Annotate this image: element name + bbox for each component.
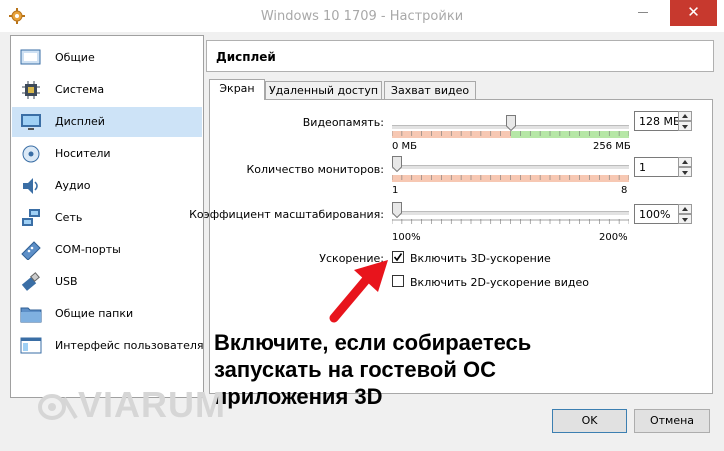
- scale-factor-value: 100%: [639, 208, 671, 221]
- video-memory-scale: [392, 131, 629, 138]
- sidebar-item-label: Аудио: [55, 179, 91, 192]
- general-icon: [20, 49, 41, 65]
- title-bar: Windows 10 1709 - Настройки ✕: [0, 0, 724, 32]
- sidebar-item-serial-ports[interactable]: COM-порты: [12, 235, 202, 265]
- scale-factor-stepper[interactable]: [678, 204, 692, 224]
- watermark-text: VIARUM: [78, 384, 226, 425]
- disk-icon: [22, 145, 40, 163]
- scale-factor-scale: [392, 219, 629, 224]
- network-icon: [22, 209, 40, 226]
- watermark-logo: VIARUM: [38, 384, 226, 426]
- scale-factor-max-label: 200%: [599, 232, 628, 243]
- sidebar-item-label: USB: [55, 275, 78, 288]
- video-memory-max-label: 256 МБ: [593, 141, 631, 152]
- monitor-count-stepper[interactable]: [678, 157, 692, 177]
- watermark-eye-icon: [38, 394, 78, 421]
- annotation-text: Включите, если собираетесь запускать на …: [214, 329, 634, 410]
- sidebar-item-label: Система: [55, 83, 105, 96]
- tab-screen[interactable]: Экран: [209, 79, 265, 100]
- scale-factor-slider-thumb[interactable]: [392, 202, 402, 218]
- sidebar-item-network[interactable]: Сеть: [12, 203, 202, 233]
- monitor-count-slider-thumb[interactable]: [392, 156, 402, 172]
- spin-up-icon[interactable]: [678, 157, 692, 167]
- sidebar-item-label: Сеть: [55, 211, 83, 224]
- video-memory-value: 128 МБ: [639, 115, 681, 128]
- monitor-count-scale: [392, 175, 629, 182]
- user-interface-icon: [20, 337, 42, 354]
- video-memory-label: Видеопамять:: [302, 116, 384, 129]
- serial-port-icon: [21, 241, 41, 260]
- sidebar-item-label: Общие папки: [55, 307, 134, 320]
- sidebar-item-user-interface[interactable]: Интерфейс пользователя: [12, 331, 204, 361]
- settings-sidebar: Общие Система Дисплей Носители Аудио Сет…: [10, 35, 204, 398]
- monitor-count-value: 1: [639, 161, 646, 174]
- video-memory-stepper[interactable]: [678, 111, 692, 131]
- annotation-line: Включите, если собираетесь: [214, 330, 532, 355]
- minimize-button[interactable]: [630, 0, 658, 26]
- sidebar-item-system[interactable]: Система: [12, 75, 202, 105]
- tab-video-capture[interactable]: Захват видео: [384, 81, 476, 100]
- scale-factor-slider-track[interactable]: [392, 211, 629, 215]
- chip-icon: [22, 81, 40, 99]
- section-header: Дисплей: [206, 40, 714, 72]
- annotation-line: приложения 3D: [214, 384, 383, 409]
- monitor-icon: [21, 114, 41, 130]
- checkmark-icon: [393, 253, 403, 262]
- sidebar-item-usb[interactable]: USB: [12, 267, 202, 297]
- monitor-count-min-label: 1: [392, 185, 399, 196]
- sidebar-item-label: Носители: [55, 147, 111, 160]
- sidebar-item-audio[interactable]: Аудио: [12, 171, 202, 201]
- annotation-line: запускать на гостевой ОС: [214, 357, 496, 382]
- enable-2d-label[interactable]: Включить 2D-ускорение видео: [410, 276, 589, 289]
- spin-down-icon[interactable]: [678, 214, 692, 224]
- close-button[interactable]: ✕: [670, 0, 717, 26]
- annotation-arrow-icon: [329, 260, 388, 323]
- monitor-count-max-label: 8: [621, 185, 628, 196]
- sidebar-item-label: COM-порты: [55, 243, 121, 256]
- sidebar-item-label: Общие: [55, 51, 95, 64]
- sidebar-item-label: Интерфейс пользователя: [55, 339, 204, 352]
- spin-up-icon[interactable]: [678, 111, 692, 121]
- scale-factor-min-label: 100%: [392, 232, 421, 243]
- speaker-icon: [23, 178, 38, 194]
- video-memory-slider-thumb[interactable]: [505, 115, 516, 131]
- enable-3d-label[interactable]: Включить 3D-ускорение: [410, 252, 551, 265]
- spin-up-icon[interactable]: [678, 204, 692, 214]
- tab-remote-display[interactable]: Удаленный доступ: [265, 81, 382, 100]
- cancel-button[interactable]: Отмена: [634, 409, 710, 433]
- monitor-count-slider-track[interactable]: [392, 165, 629, 169]
- sidebar-item-storage[interactable]: Носители: [12, 139, 202, 169]
- window-title: Windows 10 1709 - Настройки: [260, 9, 464, 24]
- sidebar-item-shared-folders[interactable]: Общие папки: [12, 299, 202, 329]
- scale-factor-label: Коэффициент масштабирования:: [189, 208, 384, 221]
- usb-icon: [21, 272, 40, 291]
- sidebar-item-general[interactable]: Общие: [12, 43, 202, 73]
- video-memory-min-label: 0 МБ: [392, 141, 418, 152]
- spin-down-icon[interactable]: [678, 167, 692, 177]
- sidebar-item-display[interactable]: Дисплей: [12, 107, 202, 137]
- sidebar-item-label: Дисплей: [55, 115, 105, 128]
- folder-icon: [20, 307, 42, 323]
- spin-down-icon[interactable]: [678, 121, 692, 131]
- ok-button[interactable]: OK: [552, 409, 627, 433]
- monitor-count-label: Количество мониторов:: [246, 163, 384, 176]
- section-title: Дисплей: [216, 50, 276, 64]
